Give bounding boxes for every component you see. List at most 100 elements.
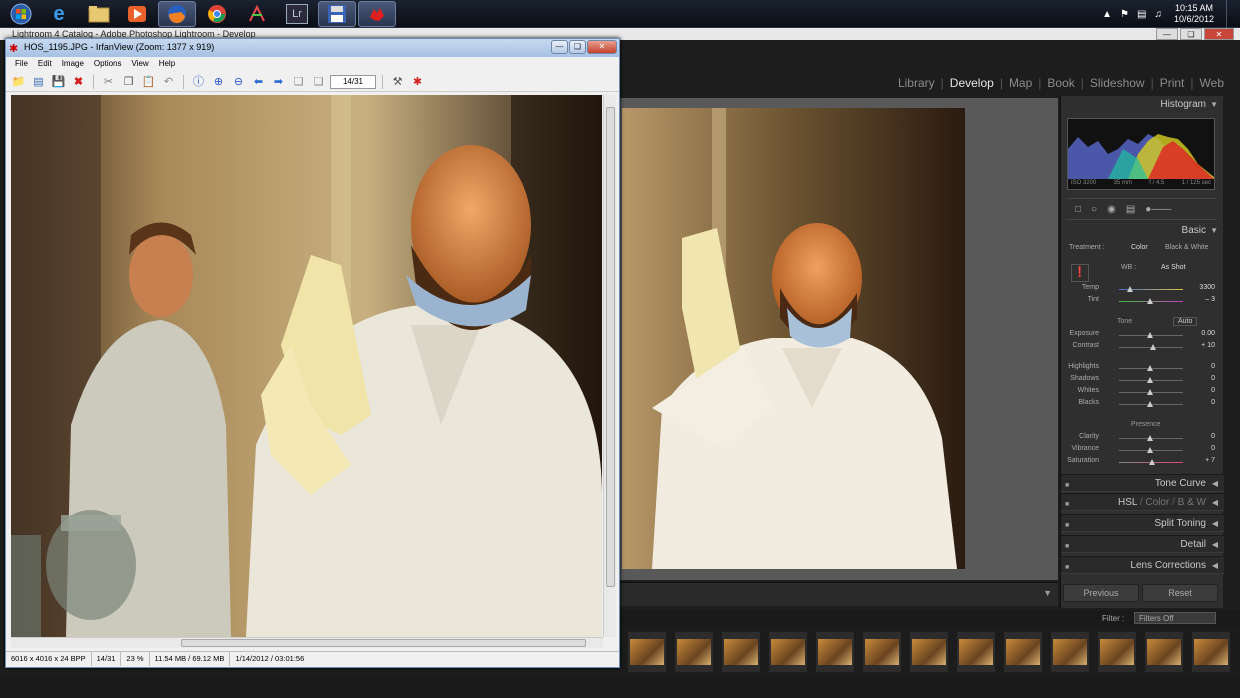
filmstrip-thumbnail[interactable] bbox=[769, 632, 807, 672]
vibrance-row[interactable]: Vibrance 0 bbox=[1061, 445, 1221, 457]
clarity-value[interactable]: 0 bbox=[1191, 433, 1215, 440]
filmstrip-thumbnail[interactable] bbox=[957, 632, 995, 672]
filmstrip-thumbnail[interactable] bbox=[1004, 632, 1042, 672]
media-player-icon[interactable] bbox=[118, 1, 156, 27]
tint-value[interactable]: – 3 bbox=[1191, 296, 1215, 303]
filmstrip-thumbnail[interactable] bbox=[1192, 632, 1230, 672]
blacks-value[interactable]: 0 bbox=[1191, 399, 1215, 406]
saturation-value[interactable]: + 7 bbox=[1191, 457, 1215, 464]
filmstrip-thumbnail[interactable] bbox=[1098, 632, 1136, 672]
filmstrip-thumbnail[interactable] bbox=[910, 632, 948, 672]
crop-tool-icon[interactable]: □ bbox=[1075, 204, 1081, 215]
delete-icon[interactable]: ✖ bbox=[70, 74, 87, 90]
horizontal-scroll-thumb[interactable] bbox=[181, 639, 586, 647]
maximize-button[interactable]: ❏ bbox=[1180, 28, 1202, 40]
filmstrip-thumbnail[interactable] bbox=[816, 632, 854, 672]
action-center-flag-icon[interactable]: ⚑ bbox=[1120, 9, 1129, 20]
firefox-icon[interactable] bbox=[158, 1, 196, 27]
treatment-color-option[interactable]: Color bbox=[1131, 244, 1148, 251]
panel-toggle-icon[interactable]: ■ bbox=[1065, 559, 1069, 577]
temp-value[interactable]: 3300 bbox=[1191, 284, 1215, 291]
adjustment-brush-tool-icon[interactable]: ●—— bbox=[1145, 204, 1171, 215]
filter-select[interactable]: Filters Off bbox=[1134, 612, 1216, 624]
temp-slider[interactable] bbox=[1127, 286, 1133, 292]
save-app-icon[interactable] bbox=[318, 1, 356, 27]
exposure-slider[interactable] bbox=[1147, 332, 1153, 338]
vibrance-value[interactable]: 0 bbox=[1191, 445, 1215, 452]
properties-tools-icon[interactable]: ⚒ bbox=[389, 74, 406, 90]
module-map[interactable]: Map bbox=[1003, 76, 1038, 90]
app-icon[interactable] bbox=[238, 1, 276, 27]
internet-explorer-icon[interactable]: e bbox=[40, 1, 78, 27]
panel-toggle-icon[interactable]: ■ bbox=[1065, 496, 1069, 514]
blacks-slider[interactable] bbox=[1147, 401, 1153, 407]
save-icon[interactable]: 💾 bbox=[50, 74, 67, 90]
copy-icon[interactable]: ❐ bbox=[120, 74, 137, 90]
clarity-slider[interactable] bbox=[1147, 435, 1153, 441]
filmstrip-thumbnail[interactable] bbox=[722, 632, 760, 672]
menu-edit[interactable]: Edit bbox=[33, 58, 57, 71]
menu-help[interactable]: Help bbox=[154, 58, 180, 71]
menu-options[interactable]: Options bbox=[89, 58, 127, 71]
menu-image[interactable]: Image bbox=[57, 58, 89, 71]
filmstrip-thumbnail[interactable] bbox=[675, 632, 713, 672]
saturation-row[interactable]: Saturation + 7 bbox=[1061, 457, 1221, 469]
chrome-icon[interactable] bbox=[198, 1, 236, 27]
wb-select[interactable]: As Shot bbox=[1161, 264, 1186, 271]
hsl-bw-tab[interactable]: B & W bbox=[1178, 497, 1206, 508]
filmstrip-thumbnail[interactable] bbox=[863, 632, 901, 672]
tone-curve-panel-header[interactable]: ■ Tone Curve ◀ bbox=[1061, 474, 1224, 492]
menu-view[interactable]: View bbox=[127, 58, 154, 71]
cut-icon[interactable]: ✂ bbox=[100, 74, 117, 90]
minimize-button[interactable]: — bbox=[1156, 28, 1178, 40]
horizontal-scrollbar[interactable] bbox=[11, 637, 603, 648]
module-web[interactable]: Web bbox=[1194, 76, 1230, 90]
detail-panel-header[interactable]: ■ Detail ◀ bbox=[1061, 535, 1224, 553]
page-number-input[interactable]: 14/31 bbox=[330, 74, 376, 89]
temp-slider-row[interactable]: Temp 3300 bbox=[1061, 284, 1221, 296]
close-button[interactable]: ✕ bbox=[587, 40, 617, 54]
info-icon[interactable]: ⓘ bbox=[190, 74, 207, 90]
blacks-row[interactable]: Blacks 0 bbox=[1061, 399, 1221, 411]
zoom-in-icon[interactable]: ⊕ bbox=[210, 74, 227, 90]
histogram-panel-header[interactable]: Histogram ▼ bbox=[1061, 96, 1224, 114]
clarity-row[interactable]: Clarity 0 bbox=[1061, 433, 1221, 445]
panel-toggle-icon[interactable]: ■ bbox=[1065, 517, 1069, 535]
toolbar-menu-chevron-icon[interactable]: ▼ bbox=[1043, 588, 1052, 598]
split-toning-panel-header[interactable]: ■ Split Toning ◀ bbox=[1061, 514, 1224, 532]
whites-value[interactable]: 0 bbox=[1191, 387, 1215, 394]
lens-corrections-panel-header[interactable]: ■ Lens Corrections ◀ bbox=[1061, 556, 1224, 574]
menu-file[interactable]: File bbox=[10, 58, 33, 71]
vertical-scrollbar[interactable] bbox=[603, 95, 616, 637]
panel-toggle-icon[interactable]: ■ bbox=[1065, 538, 1069, 556]
contrast-value[interactable]: + 10 bbox=[1191, 342, 1215, 349]
file-explorer-icon[interactable] bbox=[80, 1, 118, 27]
show-desktop-button[interactable] bbox=[1226, 0, 1240, 28]
module-print[interactable]: Print bbox=[1154, 76, 1191, 90]
exposure-row[interactable]: Exposure 0.00 bbox=[1061, 330, 1221, 342]
previous-button[interactable]: Previous bbox=[1063, 584, 1139, 602]
contrast-slider[interactable] bbox=[1150, 344, 1156, 350]
vibrance-slider[interactable] bbox=[1147, 447, 1153, 453]
start-button[interactable] bbox=[2, 1, 40, 27]
exposure-value[interactable]: 0.00 bbox=[1191, 330, 1215, 337]
maximize-button[interactable]: ❏ bbox=[569, 40, 586, 54]
filmstrip-thumbnail[interactable] bbox=[1145, 632, 1183, 672]
graduated-filter-tool-icon[interactable]: ▤ bbox=[1126, 204, 1135, 215]
auto-tone-button[interactable]: Auto bbox=[1173, 317, 1198, 326]
close-button[interactable]: ✕ bbox=[1204, 28, 1234, 40]
hsl-color-tab[interactable]: Color bbox=[1145, 497, 1169, 508]
module-book[interactable]: Book bbox=[1041, 76, 1080, 90]
shadows-row[interactable]: Shadows 0 bbox=[1061, 375, 1221, 387]
open-folder-icon[interactable]: 📁 bbox=[10, 74, 27, 90]
undo-icon[interactable]: ↶ bbox=[160, 74, 177, 90]
paste-icon[interactable]: 📋 bbox=[140, 74, 157, 90]
clock[interactable]: 10:15 AM 10/6/2012 bbox=[1174, 3, 1214, 25]
treatment-bw-option[interactable]: Black & White bbox=[1165, 244, 1209, 251]
module-slideshow[interactable]: Slideshow bbox=[1084, 76, 1151, 90]
lightroom-taskbar-button[interactable]: Lr bbox=[278, 1, 316, 27]
hsl-panel-header[interactable]: ■ HSL / Color / B & W ◀ bbox=[1061, 493, 1224, 511]
vertical-scroll-thumb[interactable] bbox=[606, 107, 615, 587]
shadows-slider[interactable] bbox=[1147, 377, 1153, 383]
basic-panel-header[interactable]: Basic ▼ bbox=[1061, 222, 1224, 240]
